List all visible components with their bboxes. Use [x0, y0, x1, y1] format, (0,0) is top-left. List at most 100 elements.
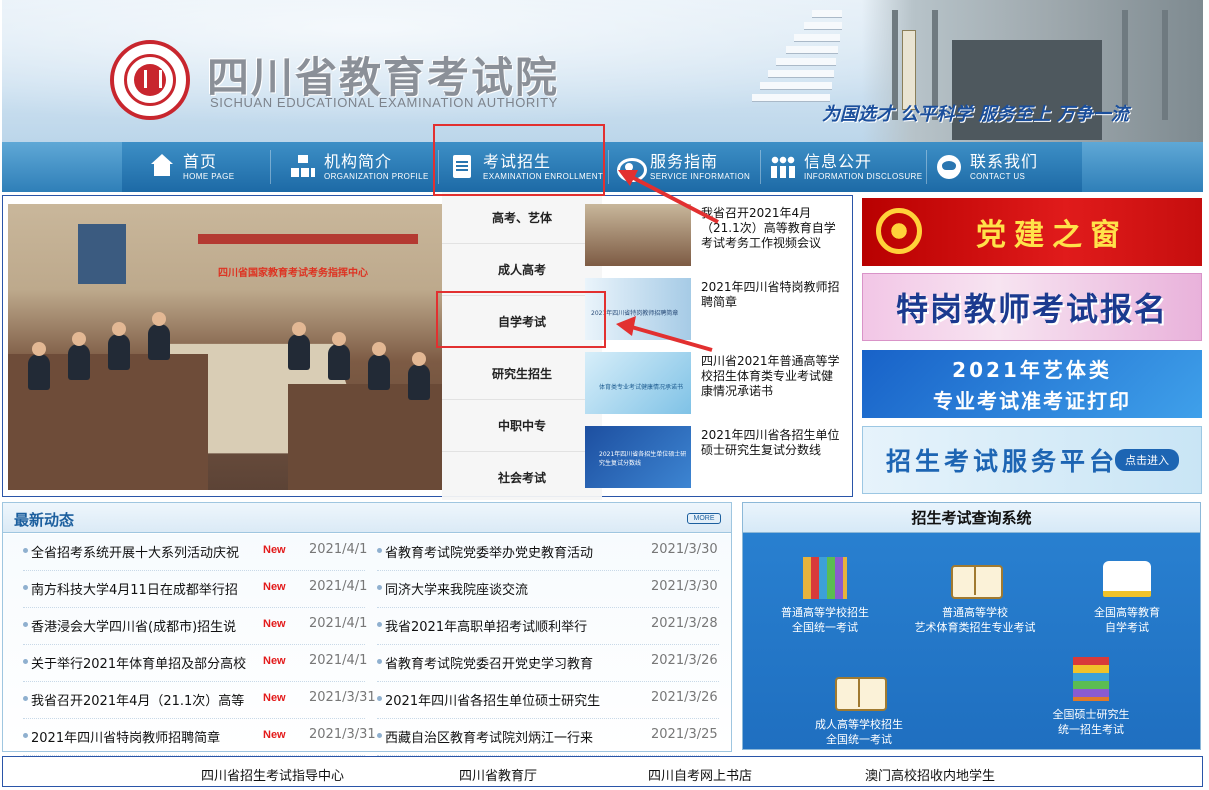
- thumb-caption: 2021年四川省特岗教师招聘简章: [591, 310, 679, 317]
- news-row-right[interactable]: 省教育考试院党委举办党史教育活动 2021/3/30: [377, 534, 719, 571]
- party-emblem-icon: [876, 208, 922, 254]
- feature-news-item[interactable]: 体育类专业考试健康情况承诺书 四川省2021年普通高等学校招生体育类专业考试健康…: [585, 348, 845, 418]
- home-icon: [147, 152, 177, 182]
- meeting-photo[interactable]: 四川省国家教育考试考务指挥中心: [8, 204, 442, 490]
- dropdown-gaokao-art[interactable]: 高考、艺体: [442, 192, 602, 244]
- footer-link-education-dept[interactable]: 四川省教育厅: [459, 765, 537, 784]
- open-book-icon: [831, 663, 887, 713]
- query-graduate[interactable]: 全国硕士研究生 统一招生考试: [1023, 653, 1159, 737]
- platform-banner-text: 招生考试服务平台: [885, 447, 1118, 476]
- query-art-sports-line2: 艺术体育类招生专业考试: [914, 621, 1036, 634]
- news-row-left[interactable]: 全省招考系统开展十大系列活动庆祝 New 2021/4/1: [23, 534, 367, 571]
- news-row-title[interactable]: 2021年四川省特岗教师招聘简章: [31, 727, 257, 746]
- nav-home[interactable]: 首页 HOME PAGE: [147, 142, 234, 192]
- feature-news-item[interactable]: 2021年四川省各招生单位硕士研究生复试分数线 2021年四川省各招生单位硕士研…: [585, 422, 845, 492]
- query-system-panel: 招生考试查询系统 普通高等学校招生 全国统一考试 普通高等学校 艺术体育类招生专…: [742, 502, 1201, 750]
- news-row-left[interactable]: 南方科技大学4月11日在成都举行招 New 2021/4/1: [23, 571, 367, 608]
- bullet-icon: [377, 585, 382, 590]
- more-button[interactable]: MORE: [687, 513, 721, 524]
- news-row-title[interactable]: 省教育考试院党委举办党史教育活动: [385, 542, 621, 561]
- latest-news-title: 最新动态: [14, 511, 75, 529]
- art-exam-banner[interactable]: 2021年艺体类 专业考试准考证打印: [862, 350, 1202, 418]
- news-row-title[interactable]: 全省招考系统开展十大系列活动庆祝: [31, 542, 257, 561]
- news-row-date: 2021/3/25: [651, 727, 718, 742]
- service-platform-banner[interactable]: 招生考试服务平台 点击进入: [862, 426, 1202, 494]
- query-art-sports[interactable]: 普通高等学校 艺术体育类招生专业考试: [901, 551, 1049, 635]
- query-adult[interactable]: 成人高等学校招生 全国统一考试: [791, 663, 927, 747]
- dropdown-social-exam[interactable]: 社会考试: [442, 452, 602, 504]
- dropdown-vocational[interactable]: 中职中专: [442, 400, 602, 452]
- news-row-right[interactable]: 我省2021年高职单招考试顺利举行 2021/3/28: [377, 608, 719, 645]
- nav-organization-en: ORGANIZATION PROFILE: [324, 171, 429, 181]
- news-row-title[interactable]: 我省召开2021年4月（21.1次）高等: [31, 690, 257, 709]
- news-row-left[interactable]: 我省召开2021年4月（21.1次）高等 New 2021/3/31: [23, 682, 376, 719]
- bullet-icon: [377, 659, 382, 664]
- logo-seal-icon[interactable]: [110, 40, 190, 120]
- nav-exam-enrollment-label: 考试招生: [483, 151, 552, 171]
- new-badge: New: [263, 692, 286, 704]
- news-row-left[interactable]: 香港浸会大学四川省(成都市)招生说 New 2021/4/1: [23, 608, 367, 645]
- contact-icon: [934, 152, 964, 182]
- dropdown-self-study-exam[interactable]: 自学考试: [442, 296, 602, 348]
- news-row-title[interactable]: 关于举行2021年体育单招及部分高校: [31, 653, 257, 672]
- news-title[interactable]: 四川省2021年普通高等学校招生体育类专业考试健康情况承诺书: [701, 354, 843, 399]
- nav-contact[interactable]: 联系我们 CONTACT US: [934, 142, 1038, 192]
- nav-organization-label: 机构简介: [324, 151, 393, 171]
- feature-news-item[interactable]: 2021年四川省特岗教师招聘简章 2021年四川省特岗教师招聘简章: [585, 274, 845, 344]
- dropdown-adult-exam[interactable]: 成人高考: [442, 244, 602, 296]
- feature-news-item[interactable]: 我省召开2021年4月（21.1次）高等教育自学考试考务工作视频会议: [585, 200, 845, 270]
- query-graduate-line2: 统一招生考试: [1058, 723, 1124, 736]
- news-row-right[interactable]: 西藏自治区教育考试院刘炳江一行来 2021/3/25: [377, 719, 719, 756]
- news-row-title[interactable]: 我省2021年高职单招考试顺利举行: [385, 616, 621, 635]
- news-title[interactable]: 2021年四川省特岗教师招聘简章: [701, 280, 843, 310]
- bullet-icon: [377, 622, 382, 627]
- party-building-banner[interactable]: 党建之窗: [862, 198, 1202, 266]
- news-row-date: 2021/3/28: [651, 616, 718, 631]
- query-gaokao[interactable]: 普通高等学校招生 全国统一考试: [757, 551, 893, 635]
- query-self-study[interactable]: 全国高等教育 自学考试: [1061, 551, 1193, 635]
- news-row-date: 2021/4/1: [309, 653, 368, 668]
- news-thumbnail: 2021年四川省各招生单位硕士研究生复试分数线: [585, 426, 691, 488]
- news-row-title[interactable]: 同济大学来我院座谈交流: [385, 579, 621, 598]
- nav-organization[interactable]: 机构简介 ORGANIZATION PROFILE: [288, 142, 429, 192]
- special-teacher-banner[interactable]: 特岗教师考试报名: [862, 273, 1202, 341]
- news-row-date: 2021/3/31: [309, 690, 376, 705]
- news-row-left[interactable]: 关于举行2021年体育单招及部分高校 New 2021/4/1: [23, 645, 368, 682]
- new-badge: New: [263, 618, 286, 630]
- news-row-right[interactable]: 同济大学来我院座谈交流 2021/3/30: [377, 571, 719, 608]
- news-row-title[interactable]: 2021年四川省各招生单位硕士研究生: [385, 690, 621, 709]
- footer-link-guidance-center[interactable]: 四川省招生考试指导中心: [201, 765, 344, 784]
- query-self-study-line2: 自学考试: [1105, 621, 1149, 634]
- footer-link-bookstore[interactable]: 四川自考网上书店: [648, 765, 752, 784]
- footer-link-macau[interactable]: 澳门高校招收内地学生: [865, 765, 995, 784]
- news-row-right[interactable]: 省教育考试院党委召开党史学习教育 2021/3/26: [377, 645, 719, 682]
- nav-service-label: 服务指南: [650, 151, 719, 171]
- nav-info-disclosure[interactable]: 信息公开 INFORMATION DISCLOSURE: [768, 142, 922, 192]
- new-badge: New: [263, 544, 286, 556]
- book-stack-icon: [1063, 653, 1119, 703]
- news-row-title[interactable]: 省教育考试院党委召开党史学习教育: [385, 653, 621, 672]
- news-thumbnail: 体育类专业考试健康情况承诺书: [585, 352, 691, 414]
- news-row-date: 2021/3/30: [651, 542, 718, 557]
- new-badge: New: [263, 581, 286, 593]
- news-row-left[interactable]: 2021年四川省特岗教师招聘简章 New 2021/3/31: [23, 719, 376, 756]
- news-row-title[interactable]: 香港浸会大学四川省(成都市)招生说: [31, 616, 257, 635]
- dropdown-graduate[interactable]: 研究生招生: [442, 348, 602, 400]
- news-title[interactable]: 2021年四川省各招生单位硕士研究生复试分数线: [701, 428, 843, 458]
- query-self-study-line1: 全国高等教育: [1094, 606, 1160, 619]
- news-row-right[interactable]: 2021年四川省各招生单位硕士研究生 2021/3/26: [377, 682, 719, 719]
- nav-exam-enrollment[interactable]: 考试招生 EXAMINATION ENROLLMENT: [447, 142, 603, 192]
- news-row-title[interactable]: 西藏自治区教育考试院刘炳江一行来: [385, 727, 621, 746]
- news-row-date: 2021/3/26: [651, 653, 718, 668]
- news-title[interactable]: 我省召开2021年4月（21.1次）高等教育自学考试考务工作视频会议: [701, 206, 843, 251]
- bullet-icon: [23, 659, 28, 664]
- teacher-banner-text: 特岗教师考试报名: [895, 290, 1168, 328]
- header-banner: 四川省教育考试院 SICHUAN EDUCATIONAL EXAMINATION…: [2, 0, 1203, 142]
- bullet-icon: [377, 696, 382, 701]
- enter-button[interactable]: 点击进入: [1115, 449, 1179, 471]
- nav-service[interactable]: 服务指南 SERVICE INFORMATION: [614, 142, 750, 192]
- nav-service-en: SERVICE INFORMATION: [650, 171, 751, 181]
- news-row-title[interactable]: 南方科技大学4月11日在成都举行招: [31, 579, 257, 598]
- exam-enrollment-dropdown: 高考、艺体 成人高考 自学考试 研究生招生 中职中专 社会考试: [442, 192, 602, 504]
- nav-home-label: 首页: [183, 151, 218, 171]
